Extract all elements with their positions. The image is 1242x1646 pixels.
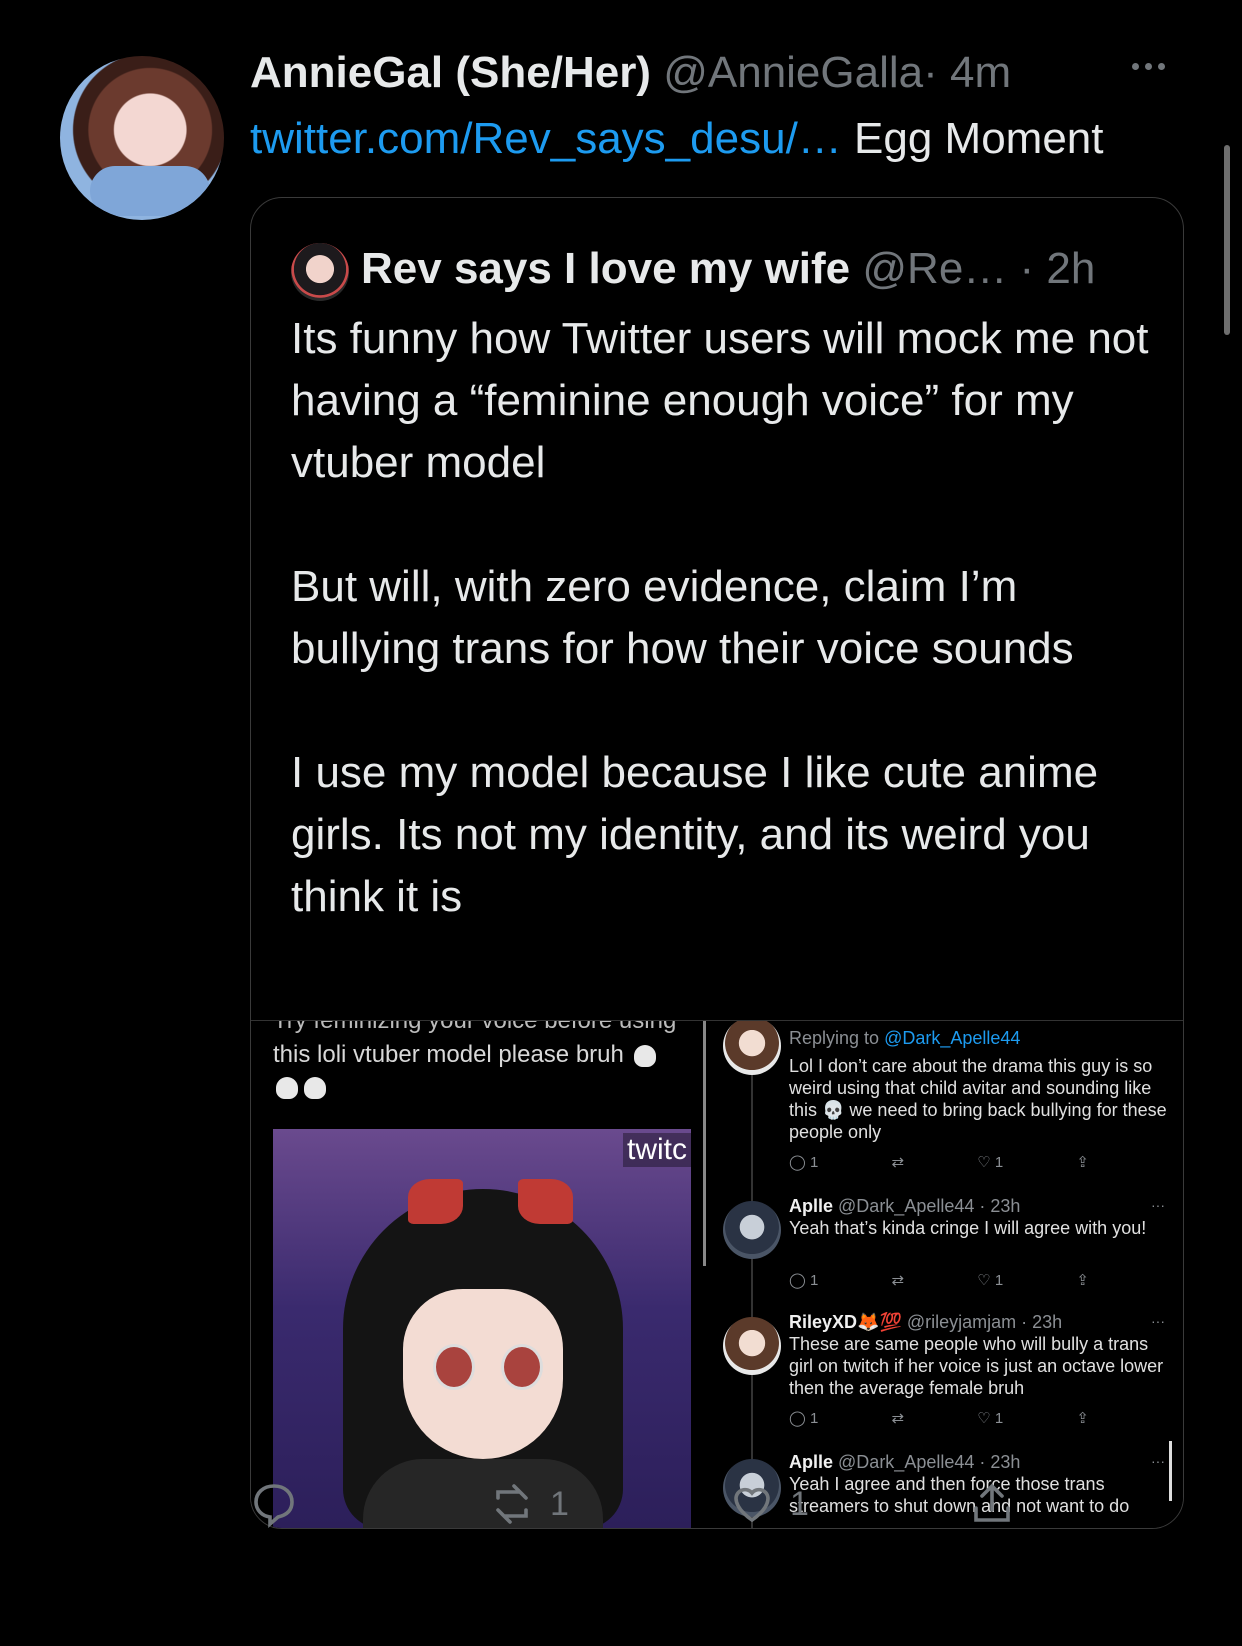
retweet-icon: ⇄	[891, 1272, 905, 1289]
like-button[interactable]: 1	[728, 1480, 809, 1528]
tweet-actions: 1 1	[0, 1480, 1242, 1550]
display-name[interactable]: AnnieGal (She/Her)	[250, 48, 651, 97]
model-eye	[433, 1344, 475, 1390]
skull-emoji-icon	[633, 1044, 656, 1067]
reply-icon: ◯ 1	[789, 1154, 819, 1171]
quoted-tweet-text: Its funny how Twitter users will mock me…	[291, 308, 1151, 928]
embedded-tweet-text: this loli vtuber model please bruh	[273, 1039, 693, 1103]
tweet-caption: Egg Moment	[854, 114, 1104, 163]
quoted-display-name: Rev says I love my wife	[361, 244, 851, 293]
embedded-text: this loli vtuber model please bruh	[273, 1041, 624, 1068]
like-count: 1	[790, 1484, 809, 1523]
reply-meta: @Dark_Apelle44 · 23h	[838, 1196, 1021, 1216]
share-icon	[974, 1483, 1010, 1522]
reply-meta: @rileyjamjam · 23h	[906, 1312, 1063, 1332]
like-icon: ♡ 1	[977, 1272, 1004, 1289]
reply-icon: ◯ 1	[789, 1272, 819, 1289]
skull-emoji-icon	[276, 1076, 298, 1099]
reply-avatar	[723, 1201, 781, 1259]
like-icon: ♡ 1	[977, 1154, 1004, 1171]
retweet-button[interactable]: 1	[488, 1480, 569, 1528]
replying-prefix: Replying to	[789, 1028, 885, 1048]
timestamp[interactable]: · 4m	[923, 48, 1011, 97]
reply-avatar	[723, 1317, 781, 1375]
quoted-paragraph: Its funny how Twitter users will mock me…	[291, 314, 1149, 487]
reply-meta: @Dark_Apelle44 · 23h	[838, 1452, 1021, 1472]
retweet-count: 1	[550, 1484, 569, 1523]
retweet-icon: ⇄	[891, 1154, 905, 1171]
quoted-paragraph: But will, with zero evidence, claim I’m …	[291, 562, 1074, 673]
reply-name: Aplle	[789, 1196, 834, 1216]
reply-item: Aplle @Dark_Apelle44 · 23h Yeah that’s k…	[789, 1195, 1169, 1239]
quoted-author-avatar	[291, 243, 349, 301]
share-icon: ⇪	[1076, 1272, 1089, 1289]
reply-actions: ◯ 1 ⇄ ♡ 1 ⇪	[789, 1271, 1089, 1289]
tweet-text: twitter.com/Rev_says_desu/… Egg Moment	[250, 114, 1104, 164]
reply-item: Replying to @Dark_Apelle44 Lol I don’t c…	[789, 1027, 1169, 1143]
cut-off-text: Try feminizing your voice before using	[273, 1020, 677, 1034]
more-icon: ···	[1151, 1197, 1165, 1213]
reply-name: Aplle	[789, 1452, 834, 1472]
reply-button[interactable]	[250, 1480, 298, 1528]
quoted-media[interactable]: Try feminizing your voice before using t…	[251, 1020, 1183, 1528]
reply-text: Yeah that’s kinda cringe I will agree wi…	[789, 1218, 1147, 1238]
reply-text: Lol I don’t care about the drama this gu…	[789, 1056, 1167, 1142]
share-button[interactable]	[968, 1480, 1016, 1528]
more-icon: ···	[1151, 1313, 1165, 1329]
reply-actions: ◯ 1 ⇄ ♡ 1 ⇪	[789, 1153, 1089, 1171]
thread-line	[751, 1021, 753, 1528]
share-icon: ⇪	[1076, 1410, 1089, 1427]
media-divider	[703, 1021, 706, 1266]
quoted-paragraph: I use my model because I like cute anime…	[291, 748, 1099, 921]
reply-name: RileyXD🦊💯	[789, 1312, 902, 1332]
media-right-replies: Replying to @Dark_Apelle44 Lol I don’t c…	[711, 1021, 1183, 1528]
model-bow	[518, 1179, 573, 1224]
reply-actions: ◯ 1 ⇄ ♡ 1 ⇪	[789, 1409, 1089, 1427]
reply-icon: ◯ 1	[789, 1410, 819, 1427]
reply-item: RileyXD🦊💯 @rileyjamjam · 23h These are s…	[789, 1311, 1169, 1399]
avatar-scarf	[90, 166, 210, 216]
stream-tag: twitc	[623, 1133, 691, 1167]
tweet-header: AnnieGal (She/Her) @AnnieGalla· 4m	[250, 48, 1011, 98]
like-icon	[734, 1487, 770, 1523]
retweet-icon	[496, 1484, 528, 1524]
quoted-tweet-card[interactable]: Rev says I love my wife @Re… · 2h Its fu…	[250, 197, 1184, 1529]
vtuber-model-image: twitc	[273, 1129, 691, 1528]
skull-emoji-icon	[304, 1076, 326, 1099]
replying-to: @Dark_Apelle44	[884, 1028, 1021, 1048]
more-icon[interactable]	[1132, 56, 1176, 76]
reply-avatar	[723, 1021, 781, 1075]
reply-icon	[254, 1484, 294, 1528]
retweet-icon: ⇄	[891, 1410, 905, 1427]
author-avatar[interactable]	[60, 56, 224, 220]
tweet-link[interactable]: twitter.com/Rev_says_desu/…	[250, 114, 842, 163]
media-left-screenshot: Try feminizing your voice before using t…	[251, 1020, 711, 1528]
quoted-tweet-header: Rev says I love my wife @Re… · 2h	[361, 244, 1095, 294]
like-icon: ♡ 1	[977, 1410, 1004, 1427]
quoted-handle-time: @Re… · 2h	[862, 244, 1096, 293]
scrollbar[interactable]	[1224, 145, 1230, 335]
handle[interactable]: @AnnieGalla	[663, 48, 923, 97]
model-eye	[501, 1344, 543, 1390]
reply-text: These are same people who will bully a t…	[789, 1334, 1164, 1398]
more-icon: ···	[1151, 1453, 1165, 1469]
model-bow	[408, 1179, 463, 1224]
share-icon: ⇪	[1076, 1154, 1089, 1171]
